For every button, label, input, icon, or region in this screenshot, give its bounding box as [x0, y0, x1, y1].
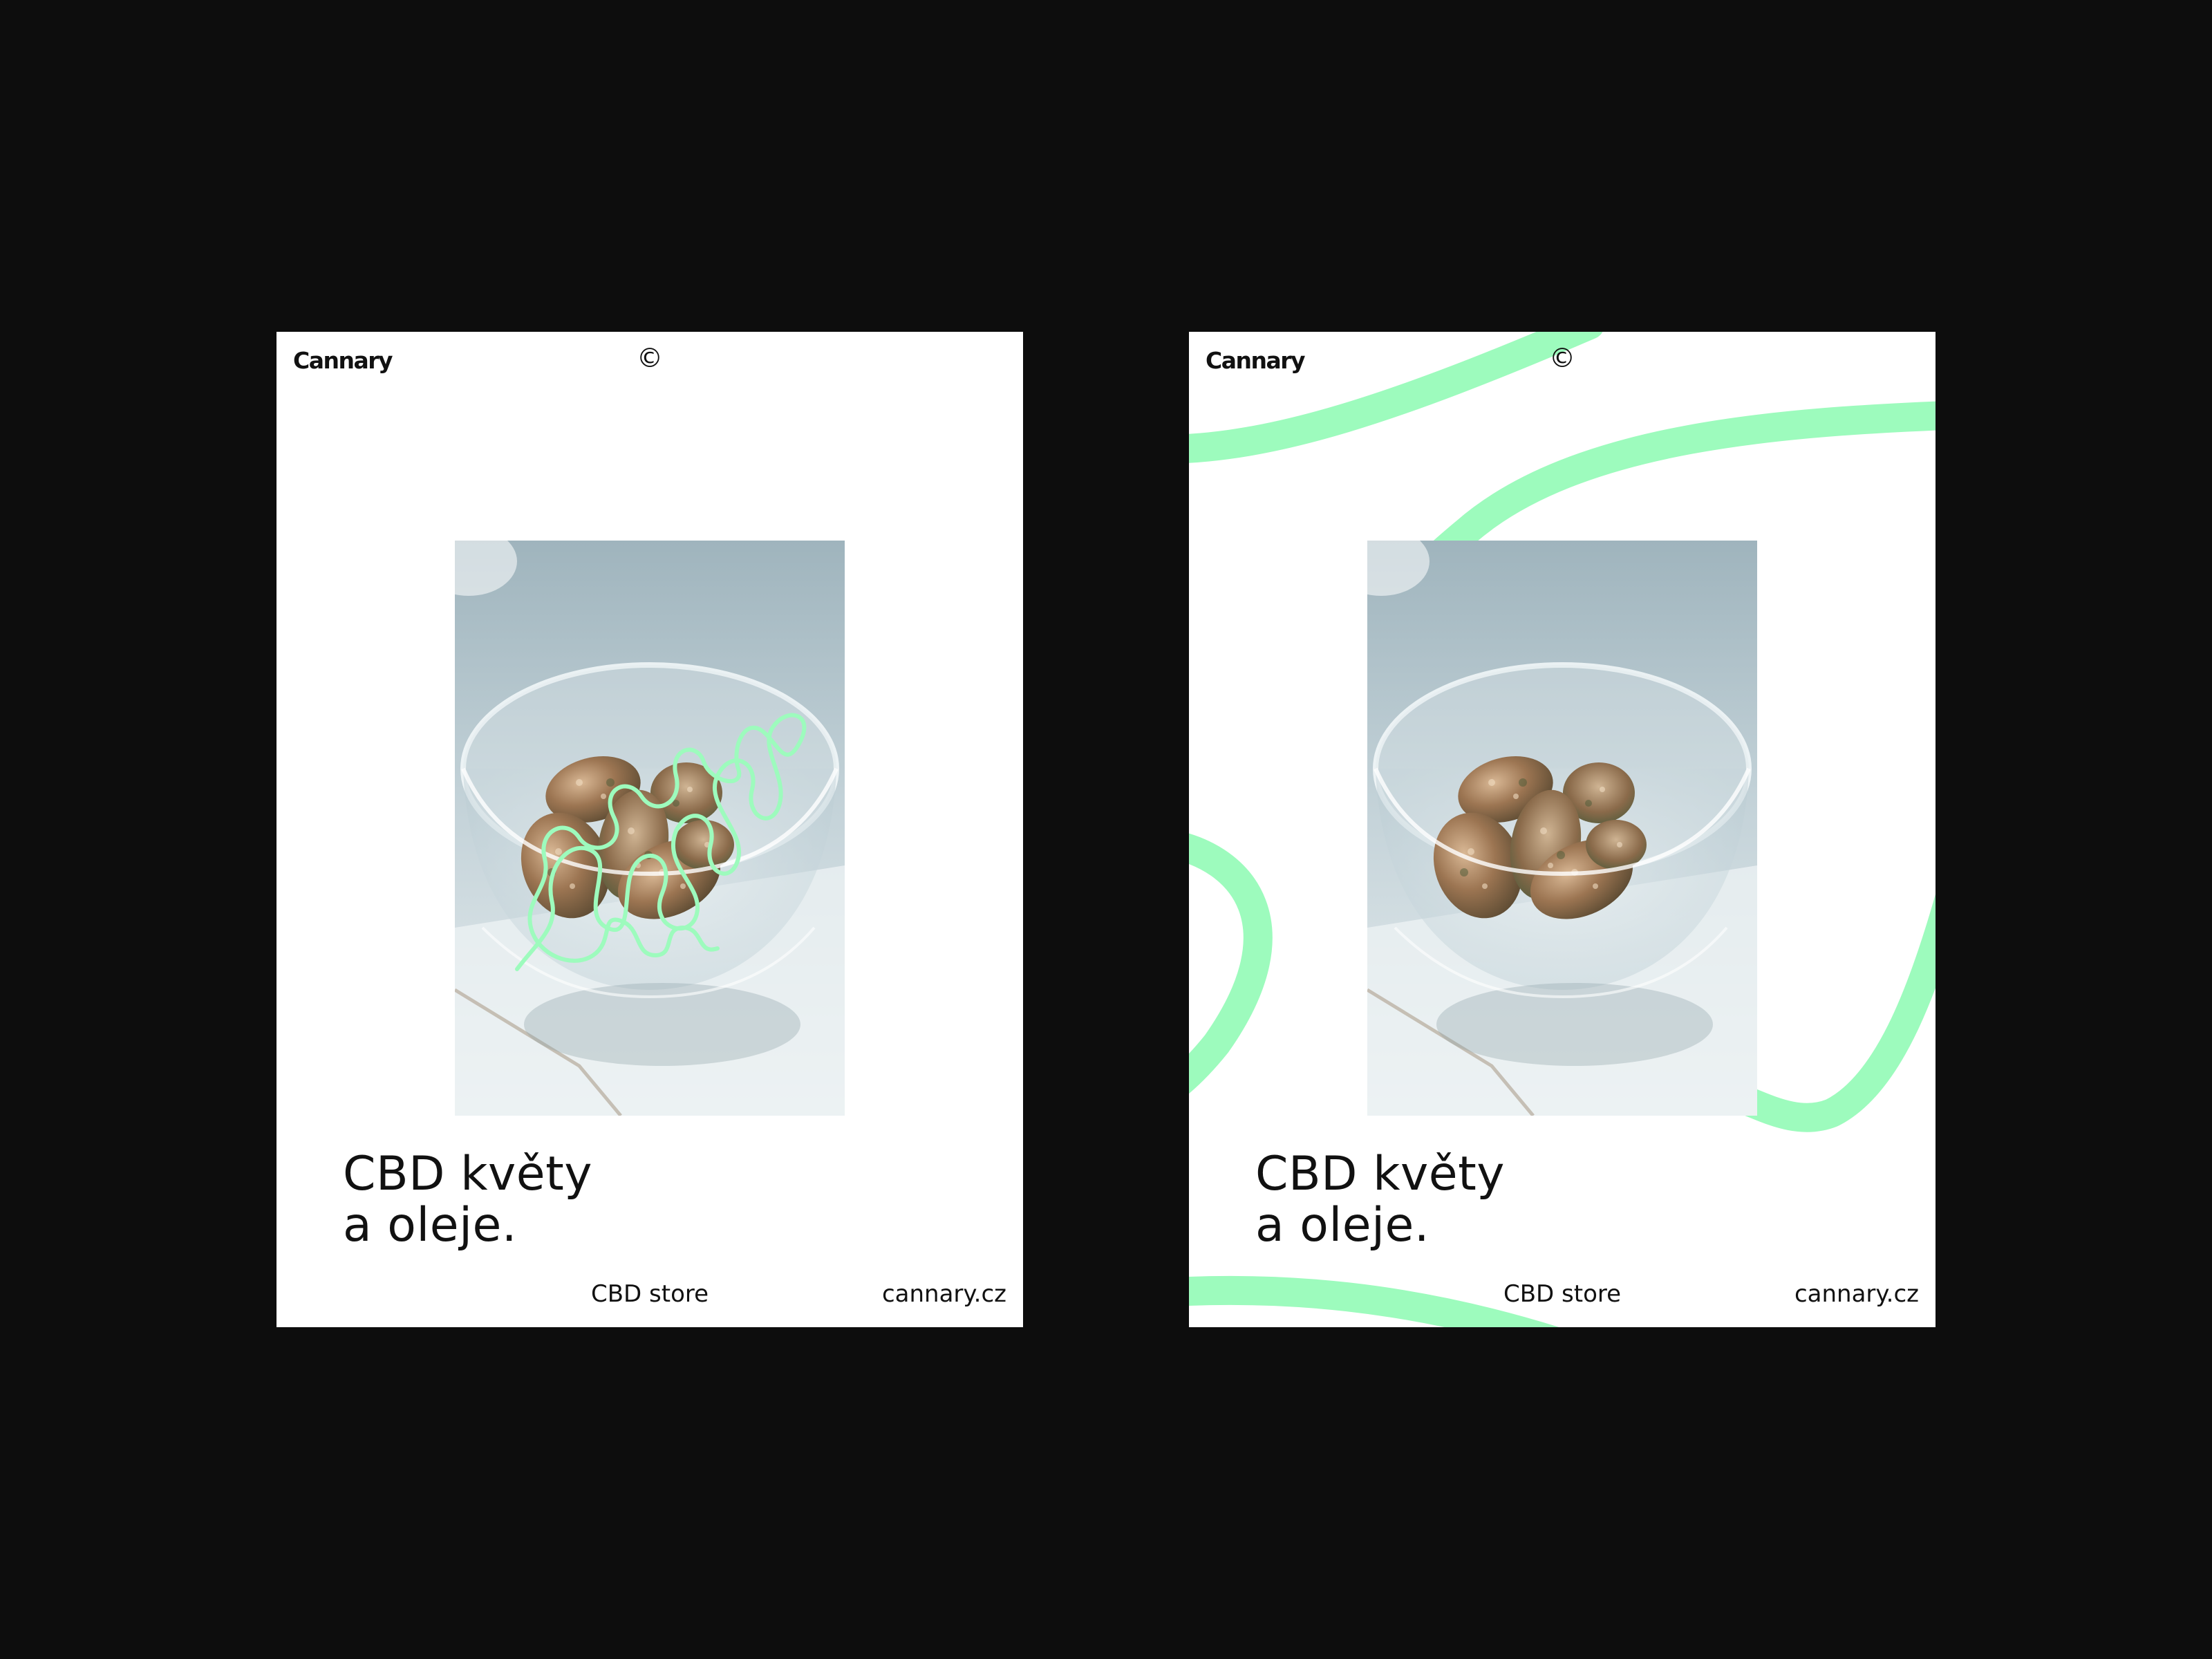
copyright-icon: © — [1549, 343, 1575, 373]
product-photo — [1367, 541, 1757, 1116]
headline-line-1: CBD květy — [1255, 1147, 1505, 1201]
footer-label: CBD store — [590, 1280, 709, 1308]
headline-line-2: a oleje. — [1255, 1198, 1430, 1253]
footer-url: cannary.cz — [881, 1280, 1006, 1308]
footer-url: cannary.cz — [1794, 1280, 1919, 1308]
brand-logo: Cannary — [1206, 347, 1306, 374]
copyright-icon: © — [637, 343, 663, 373]
product-photo — [455, 541, 845, 1116]
brand-logo: Cannary — [293, 347, 393, 374]
poster-right: Cannary © CBD květy a oleje. CBD store c… — [1189, 332, 1936, 1327]
footer-label: CBD store — [1503, 1280, 1622, 1308]
headline: CBD květy a oleje. — [343, 1149, 592, 1251]
headline-line-1: CBD květy — [343, 1147, 592, 1201]
poster-left: Cannary © CBD květy a oleje. CBD store c… — [276, 332, 1023, 1327]
headline: CBD květy a oleje. — [1255, 1149, 1505, 1251]
headline-line-2: a oleje. — [343, 1198, 517, 1253]
